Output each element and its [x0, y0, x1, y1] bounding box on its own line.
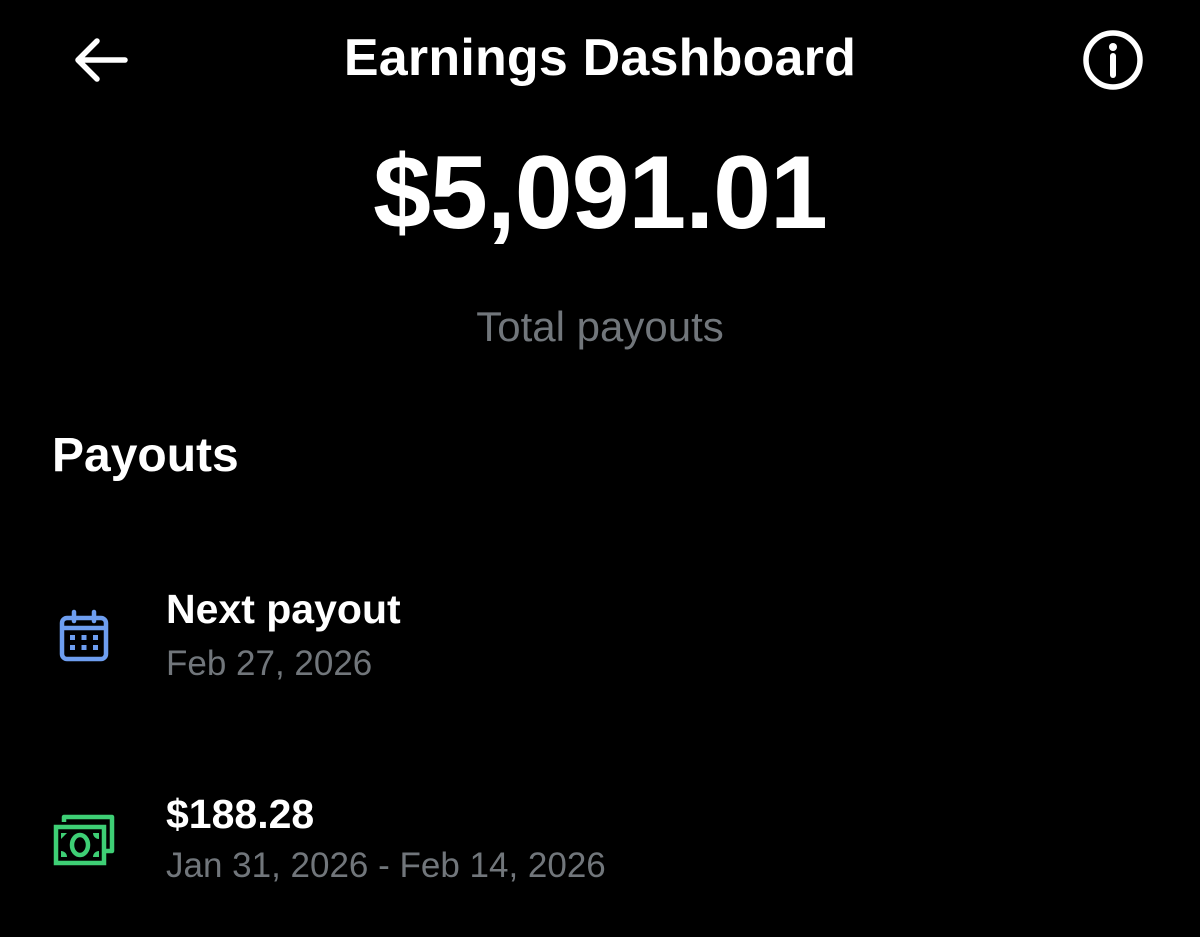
info-button[interactable] — [1075, 22, 1151, 98]
page-title: Earnings Dashboard — [343, 29, 857, 87]
top-bar: Earnings Dashboard — [0, 0, 1200, 120]
total-payouts-label: Total payouts — [476, 303, 724, 350]
payout-period: Jan 31, 2026 - Feb 14, 2026 — [166, 846, 606, 885]
payouts-section-title: Payouts — [52, 429, 239, 482]
next-payout-row[interactable]: Next payout Feb 27, 2026 — [0, 575, 1200, 705]
next-payout-title: Next payout — [166, 586, 401, 632]
payout-row[interactable]: $188.28 Jan 31, 2026 - Feb 14, 2026 — [0, 778, 1200, 908]
payout-amount: $188.28 — [166, 791, 315, 837]
info-circle-icon — [1083, 30, 1143, 90]
cash-icon — [48, 805, 120, 877]
calendar-icon — [48, 601, 120, 673]
next-payout-date: Feb 27, 2026 — [166, 644, 373, 683]
total-payouts-amount: $5,091.01 — [373, 135, 828, 251]
